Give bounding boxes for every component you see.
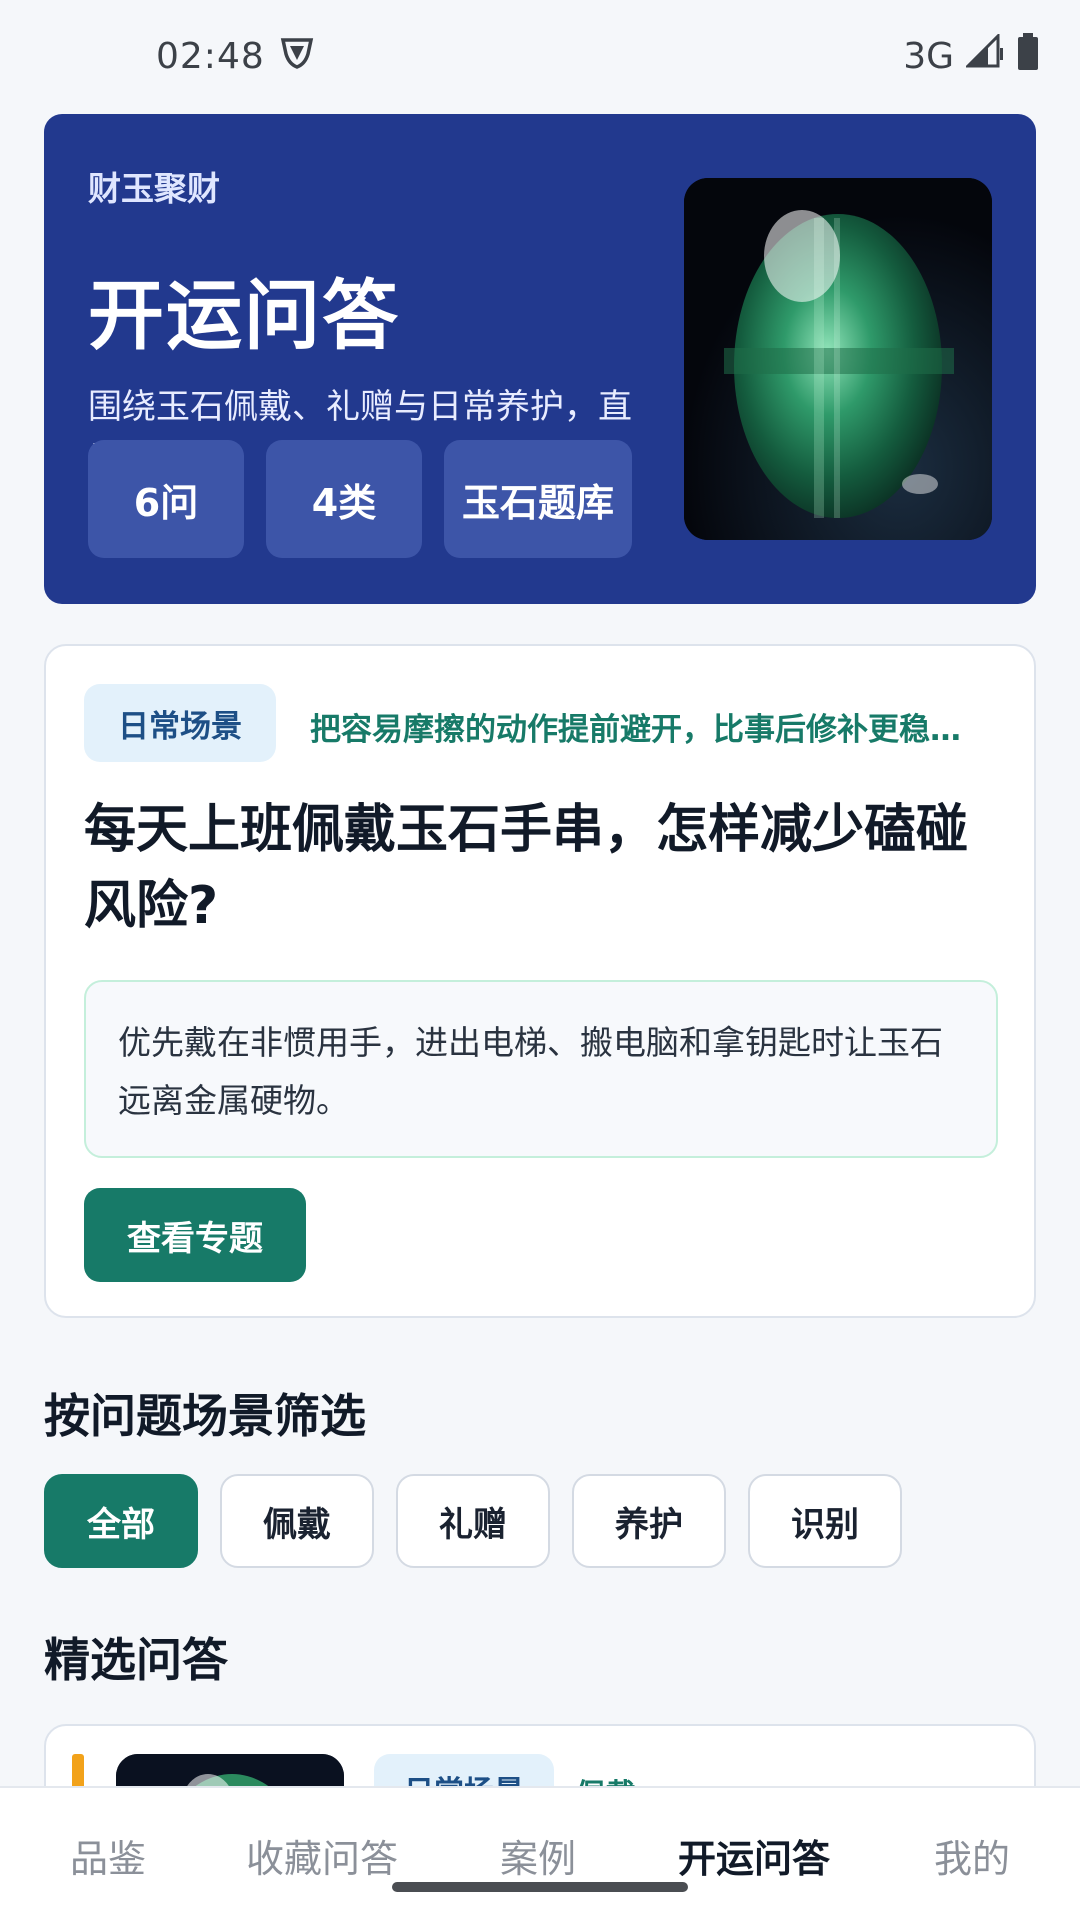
filter-chip-care[interactable]: 养护 [572,1474,726,1568]
nav-item-profile[interactable]: 我的 [934,1828,1010,1883]
featured-question: 每天上班佩戴玉石手串，怎样减少磕碰风险? [84,800,969,936]
filter-chip-wear[interactable]: 佩戴 [220,1474,374,1568]
vpn-shield-icon [279,34,315,79]
signal-icon [964,31,1004,79]
nav-item-saved-qa[interactable]: 收藏问答 [246,1828,398,1883]
filter-chips: 全部 佩戴 礼赠 养护 识别 [44,1474,902,1568]
featured-answer: 优先戴在非惯用手，进出电梯、搬电脑和拿钥匙时让玉石远离金属硬物。 [84,980,998,1158]
featured-tip: 把容易摩擦的动作提前避开，比事后修补更稳… [310,712,961,748]
hero-brand: 财玉聚财 [88,169,220,208]
status-bar: 02:48 3G [0,0,1080,112]
filter-section-title: 按问题场景筛选 [44,1389,366,1443]
selected-section-title: 精选问答 [44,1633,228,1687]
featured-qa-card[interactable]: 日常场景 把容易摩擦的动作提前避开，比事后修补更稳… 每天上班佩戴玉石手串，怎样… [44,644,1036,1318]
home-indicator[interactable] [392,1882,688,1892]
hero-tag-library: 玉石题库 [444,440,632,558]
network-label: 3G [903,35,954,77]
nav-item-fortune-qa[interactable]: 开运问答 [678,1828,830,1883]
filter-chip-gift[interactable]: 礼赠 [396,1474,550,1568]
hero-tags: 6问 4类 玉石题库 [88,440,632,558]
status-right: 3G [903,31,1040,81]
filter-chip-identify[interactable]: 识别 [748,1474,902,1568]
scene-badge: 日常场景 [84,684,276,762]
hero-tag-count: 6问 [88,440,244,558]
status-time: 02:48 [156,35,265,77]
status-left: 02:48 [156,34,315,79]
view-topic-button[interactable]: 查看专题 [84,1188,306,1282]
hero-tag-categories: 4类 [266,440,422,558]
hero-title: 开运问答 [88,271,400,360]
filter-chip-all[interactable]: 全部 [44,1474,198,1568]
nav-item-appraisal[interactable]: 品鉴 [70,1828,146,1883]
nav-item-cases[interactable]: 案例 [500,1828,576,1883]
bottom-navigation: 品鉴 收藏问答 案例 开运问答 我的 [0,1786,1080,1920]
jade-cabochon-image [684,178,992,540]
battery-icon [1016,32,1040,81]
hero-banner: 财玉聚财 开运问答 围绕玉石佩戴、礼赠与日常养护，直接… 6问 4类 玉石题库 [44,114,1036,604]
